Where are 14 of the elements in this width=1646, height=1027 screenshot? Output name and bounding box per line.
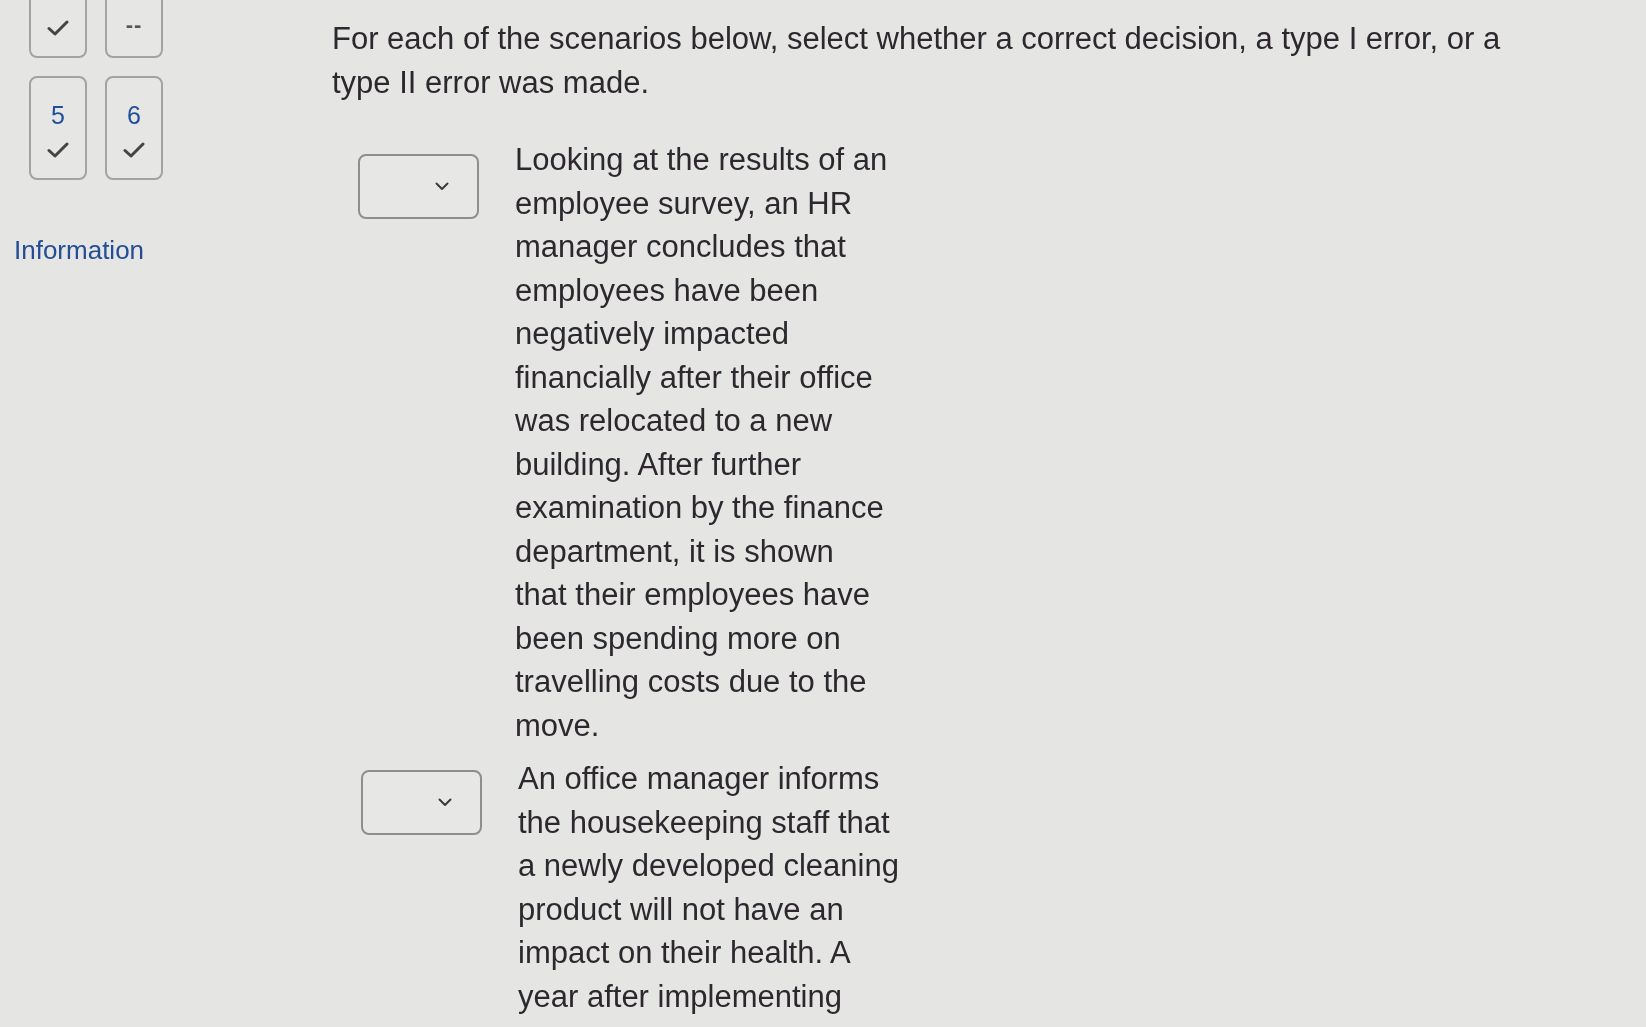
quiz-information-link[interactable]: Information bbox=[14, 235, 145, 265]
chevron-down-icon bbox=[435, 182, 449, 191]
instructions-text: For each of the scenarios below, select whether a correct decision, a type I error, or a type II error was made. bbox=[332, 20, 1502, 102]
check-icon bbox=[47, 142, 69, 158]
scenario-text: Looking at the results of an employee survey, an HR manager concludes that employees have been negatively impacted financially after their office was relocated to a new building. After further examination by the finance department, it is shown that their employees have been spending more on travelling costs due to the move. bbox=[515, 141, 889, 745]
question-tile[interactable]: 6 bbox=[105, 76, 163, 180]
chevron-down-icon bbox=[438, 798, 452, 807]
question-tile[interactable]: -- bbox=[105, 0, 163, 58]
answer-dropdown[interactable] bbox=[358, 154, 479, 219]
check-icon bbox=[123, 142, 145, 158]
check-icon bbox=[47, 20, 69, 36]
scenario-text: An office manager informs the housekeeping staff that a newly developed cleaning product will not have an impact on their health. A year after implementing bbox=[518, 760, 900, 1016]
answer-dropdown[interactable] bbox=[361, 770, 482, 835]
question-tile[interactable]: 5 bbox=[29, 76, 87, 180]
